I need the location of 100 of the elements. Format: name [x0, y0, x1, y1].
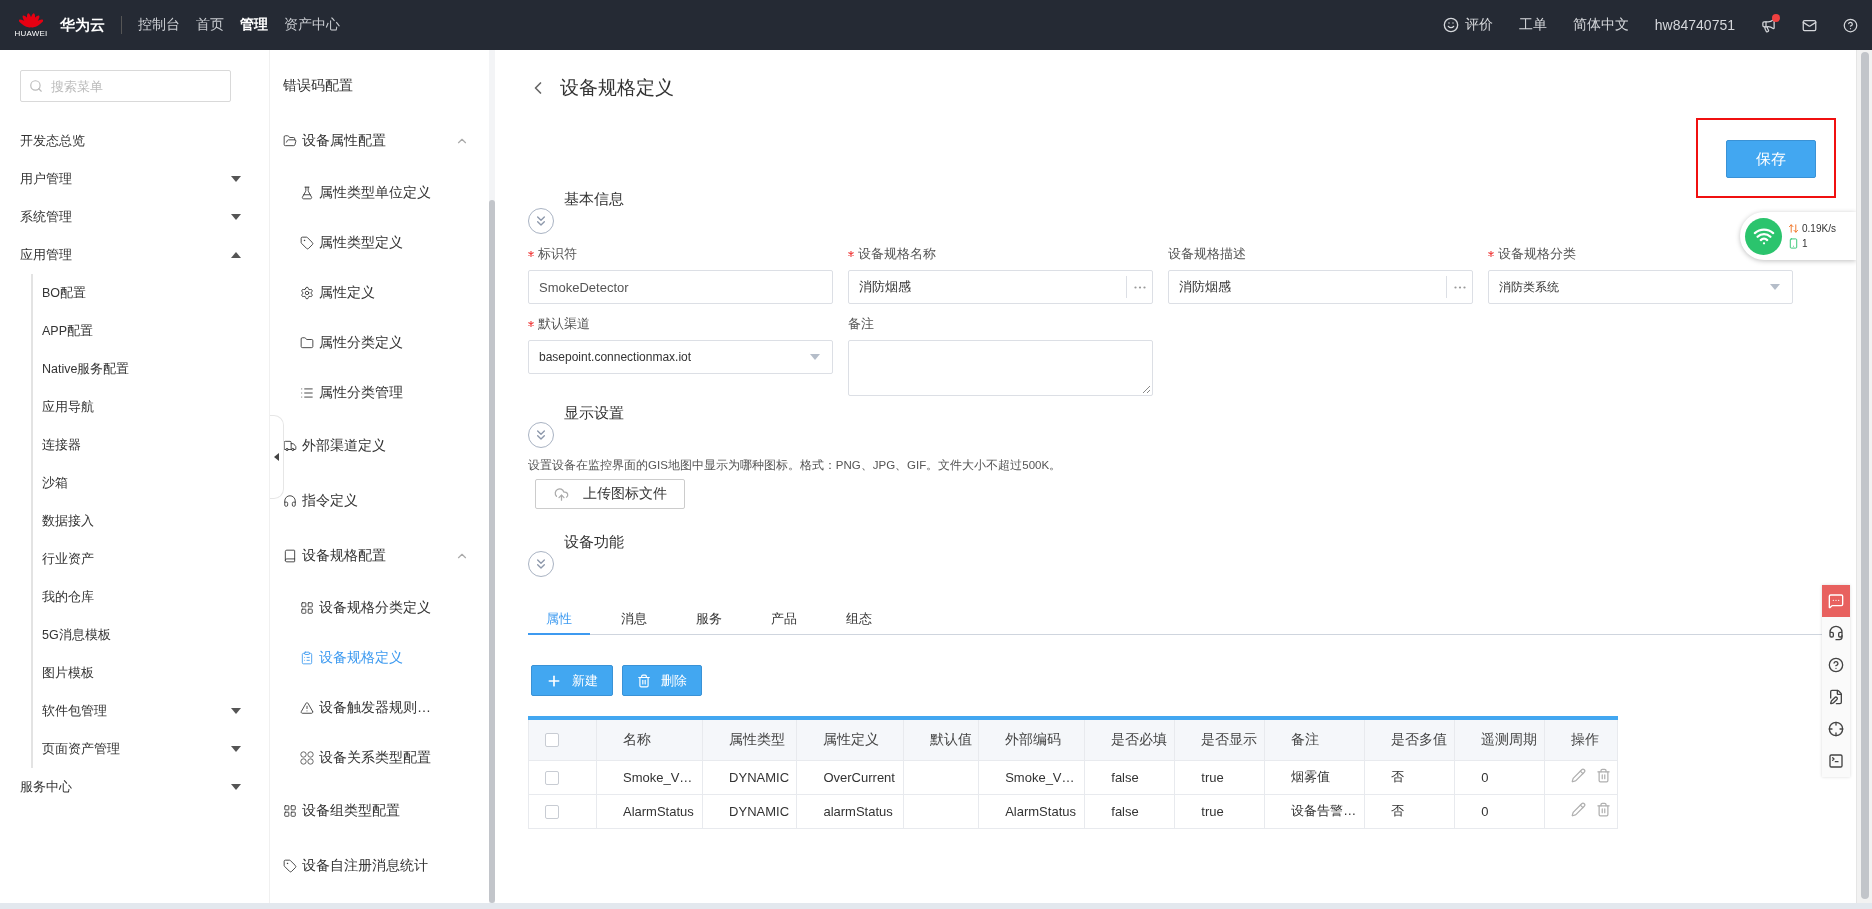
- menu-item[interactable]: 数据接入: [33, 502, 269, 540]
- delete-icon[interactable]: [1596, 768, 1612, 783]
- column-header: 备注: [1264, 718, 1365, 760]
- menu-item[interactable]: 软件包管理: [33, 692, 269, 730]
- tab[interactable]: 组态: [828, 605, 890, 635]
- menu-item[interactable]: 应用导航: [33, 388, 269, 426]
- menu-item[interactable]: 服务中心: [0, 768, 269, 806]
- menu-item[interactable]: 我的仓库: [33, 578, 269, 616]
- truck-icon: [283, 438, 297, 453]
- table-cell: OverCurrent: [823, 769, 895, 785]
- checkbox[interactable]: [545, 733, 559, 748]
- table-cell: false: [1111, 769, 1139, 785]
- input-field[interactable]: 消防烟感: [1168, 270, 1473, 304]
- wifi-icon: [1752, 225, 1775, 247]
- tab[interactable]: 产品: [753, 605, 815, 635]
- edit-icon[interactable]: [1571, 768, 1587, 783]
- menu-item[interactable]: 开发态总览: [0, 122, 269, 160]
- nav-link[interactable]: 资产中心: [284, 16, 340, 34]
- search-field[interactable]: 搜索菜单: [20, 70, 231, 102]
- caret-down-icon: [231, 708, 241, 714]
- nav-item[interactable]: 属性定义: [283, 268, 489, 318]
- menu-item[interactable]: 系统管理: [0, 198, 269, 236]
- crosshair-icon: [1828, 721, 1844, 737]
- edit-icon[interactable]: [1571, 802, 1587, 817]
- menu-item[interactable]: Native服务配置: [33, 350, 269, 388]
- nav-item[interactable]: 外部渠道定义: [283, 418, 489, 473]
- delete-icon[interactable]: [1596, 802, 1612, 817]
- table-cell: DYNAMIC: [729, 803, 790, 819]
- top-link[interactable]: 简体中文: [1572, 16, 1629, 34]
- nav-item[interactable]: 设备属性配置: [283, 113, 489, 168]
- required-icon: [528, 251, 534, 257]
- menu-item[interactable]: 图片模板: [33, 654, 269, 692]
- nav-item[interactable]: 属性分类管理: [283, 368, 489, 418]
- nav-item[interactable]: 指令定义: [283, 473, 489, 528]
- top-link[interactable]: 工单: [1518, 16, 1547, 34]
- nav-item[interactable]: 错误码配置: [283, 58, 489, 113]
- nav-item[interactable]: 设备规格分类定义: [283, 583, 489, 633]
- menu-item[interactable]: 用户管理: [0, 160, 269, 198]
- nav-item[interactable]: 设备关系类型配置: [283, 733, 489, 783]
- nav-item[interactable]: 设备自注册消息统计: [283, 838, 489, 893]
- caret-down-icon: [231, 784, 241, 790]
- menu-item[interactable]: APP配置: [33, 312, 269, 350]
- input-field[interactable]: 消防烟感: [848, 270, 1153, 304]
- nav-link[interactable]: 控制台: [138, 16, 180, 34]
- menu-item[interactable]: 应用管理: [0, 236, 269, 274]
- checkbox[interactable]: [545, 770, 559, 785]
- search-input[interactable]: 搜索菜单: [49, 77, 222, 95]
- top-link[interactable]: 评价: [1442, 16, 1493, 34]
- table-cell: AlarmStatus: [623, 803, 694, 819]
- terminal-icon: [1828, 753, 1844, 769]
- top-link[interactable]: hw84740751: [1654, 17, 1735, 33]
- table-cell: true: [1201, 803, 1224, 819]
- nav-link[interactable]: 首页: [196, 16, 224, 34]
- collapse-handle[interactable]: [270, 415, 284, 499]
- dots-icon: [1133, 285, 1146, 289]
- mail-button[interactable]: [1802, 17, 1817, 33]
- smile-icon: [1442, 17, 1459, 33]
- column-header: 操作: [1544, 718, 1618, 760]
- textarea-field[interactable]: [848, 340, 1153, 396]
- select-field[interactable]: basepoint.connectionmax.iot: [528, 340, 833, 374]
- menu-item[interactable]: 连接器: [33, 426, 269, 464]
- menu-item[interactable]: BO配置: [33, 274, 269, 312]
- nav-item[interactable]: 属性类型定义: [283, 218, 489, 268]
- nav-link[interactable]: 管理: [240, 16, 268, 34]
- help-button[interactable]: [1843, 17, 1858, 33]
- circles-icon: [300, 751, 314, 765]
- headset-icon: [1828, 625, 1844, 641]
- nav-item[interactable]: 设备触发器规则…: [283, 683, 489, 733]
- grid-icon: [283, 803, 297, 818]
- scrollbar[interactable]: [489, 200, 495, 903]
- tab[interactable]: 服务: [678, 605, 740, 635]
- select-field[interactable]: 消防类系统: [1488, 270, 1793, 304]
- upload-hint: 设置设备在监控界面的GIS地图中显示为哪种图标。格式：PNG、JPG、GIF。文件大小不超过500K。: [528, 458, 1063, 473]
- column-header: 是否多值: [1364, 718, 1455, 760]
- scrollbar[interactable]: [1860, 52, 1869, 899]
- book-icon: [283, 548, 297, 563]
- menu-item[interactable]: 页面资产管理: [33, 730, 269, 768]
- field-label: 设备规格名称: [858, 245, 936, 263]
- field-label: 设备规格分类: [1498, 245, 1576, 263]
- table-cell: 烟雾值: [1291, 769, 1331, 784]
- menu-item[interactable]: 行业资产: [33, 540, 269, 578]
- nav-item[interactable]: 设备组类型配置: [283, 783, 489, 838]
- nav-item[interactable]: 属性类型单位定义: [283, 168, 489, 218]
- flask-icon: [300, 186, 314, 200]
- tab[interactable]: 消息: [603, 605, 665, 635]
- tag-icon: [283, 858, 297, 873]
- table-cell: Smoke_V…: [623, 769, 693, 785]
- column-header: 属性类型: [702, 718, 797, 760]
- resize-grip-icon[interactable]: [1143, 386, 1150, 393]
- required-icon: [1488, 251, 1494, 257]
- cloud-upload-icon: [553, 486, 569, 502]
- upload-button[interactable]: 上传图标文件: [535, 479, 685, 509]
- headphones-icon: [283, 493, 297, 508]
- menu-item[interactable]: 沙箱: [33, 464, 269, 502]
- checkbox[interactable]: [545, 804, 559, 819]
- nav-item[interactable]: 设备规格配置: [283, 528, 489, 583]
- menu-item[interactable]: 5G消息模板: [33, 616, 269, 654]
- table-cell: 0: [1481, 803, 1489, 819]
- list-icon: [300, 386, 314, 400]
- nav-item[interactable]: 属性分类定义: [283, 318, 489, 368]
